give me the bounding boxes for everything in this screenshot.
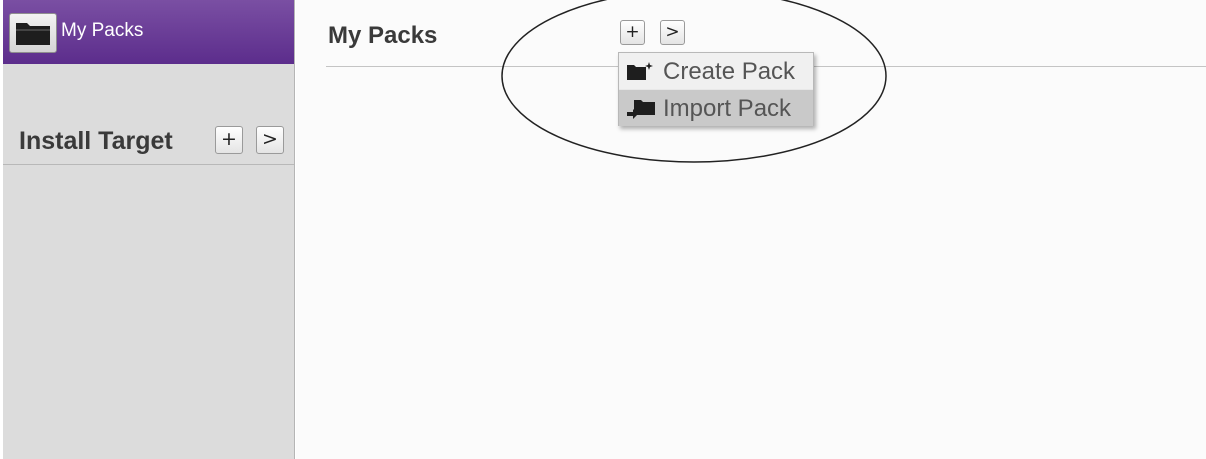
folder-add-icon xyxy=(627,62,653,80)
next-button[interactable]: > xyxy=(660,20,685,45)
folder-import-icon xyxy=(627,100,655,119)
add-pack-button[interactable]: + xyxy=(620,20,645,45)
page-title: My Packs xyxy=(328,22,438,49)
folder-icon xyxy=(16,23,50,45)
menu-item-import-pack[interactable]: Import Pack xyxy=(619,90,813,126)
install-target-next-button[interactable]: > xyxy=(256,126,284,154)
install-target-add-button[interactable]: + xyxy=(215,126,243,154)
sidebar-item-my-packs[interactable]: My Packs xyxy=(3,0,294,64)
menu-item-create-pack[interactable]: Create Pack xyxy=(619,53,813,89)
menu-item-label: Create Pack xyxy=(663,58,796,85)
sidebar-divider xyxy=(3,164,294,165)
menu-item-label: Import Pack xyxy=(663,95,792,122)
install-target-title: Install Target xyxy=(19,127,173,155)
sidebar: My Packs Install Target + > xyxy=(3,0,295,459)
folder-button[interactable] xyxy=(9,13,57,53)
sidebar-item-label: My Packs xyxy=(61,20,144,41)
add-pack-menu: Create Pack Import Pack xyxy=(618,52,814,126)
